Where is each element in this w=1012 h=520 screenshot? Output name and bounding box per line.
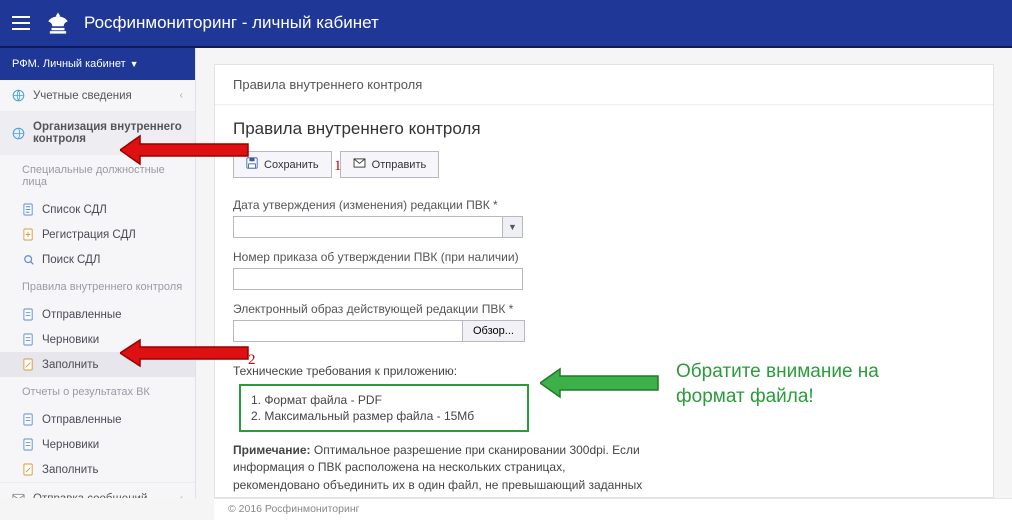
field-label: Электронный образ действующей редакции П… bbox=[233, 302, 975, 316]
doc-icon bbox=[22, 333, 35, 346]
annotation-number-1: 1 bbox=[334, 158, 342, 175]
order-number-input[interactable] bbox=[233, 268, 523, 290]
main-area: Правила внутреннего контроля Правила вну… bbox=[196, 48, 1012, 498]
sidebar-item-label: Заполнить bbox=[42, 464, 98, 476]
doc-icon bbox=[22, 203, 35, 216]
breadcrumb-label: РФМ. Личный кабинет bbox=[12, 58, 126, 70]
envelope-icon bbox=[353, 158, 366, 171]
sidebar-section-org-control[interactable]: Организация внутреннего контроля bbox=[0, 112, 195, 155]
sidebar-label: Организация внутреннего контроля bbox=[33, 121, 183, 145]
copyright: © 2016 Росфинмониторинг bbox=[228, 503, 359, 515]
sidebar-item-label: Поиск СДЛ bbox=[42, 254, 100, 266]
field-order-number: Номер приказа об утверждении ПВК (при на… bbox=[233, 250, 975, 290]
annotation-callout: Обратите внимание на формат файла! bbox=[676, 360, 879, 409]
sidebar-group-reports: Отчеты о результатах ВК bbox=[0, 377, 195, 407]
sidebar-item-label: Заполнить bbox=[42, 359, 98, 371]
doc-edit-icon bbox=[22, 358, 35, 371]
field-label: Дата утверждения (изменения) редакции ПВ… bbox=[233, 198, 975, 212]
browse-button[interactable]: Обзор... bbox=[463, 320, 525, 342]
sidebar-item-list-sdl[interactable]: Список СДЛ bbox=[0, 197, 195, 222]
sidebar-item-label: Отправленные bbox=[42, 309, 122, 321]
sidebar-group-pvk: Правила внутреннего контроля bbox=[0, 272, 195, 302]
sidebar-item-reg-sdl[interactable]: Регистрация СДЛ bbox=[0, 222, 195, 247]
sidebar-item-label: Регистрация СДЛ bbox=[42, 229, 136, 241]
globe-icon bbox=[12, 89, 25, 102]
sidebar-section-send[interactable]: Отправка сообщений ‹ bbox=[0, 482, 195, 498]
file-path-input[interactable] bbox=[233, 320, 463, 342]
content-panel: Правила внутреннего контроля Правила вну… bbox=[214, 64, 994, 498]
sidebar-item-label: Черновики bbox=[42, 334, 99, 346]
field-approval-date: Дата утверждения (изменения) редакции ПВ… bbox=[233, 198, 975, 238]
doc-icon bbox=[22, 413, 35, 426]
sidebar-item-sent[interactable]: Отправленные bbox=[0, 302, 195, 327]
sidebar-item-sent-2[interactable]: Отправленные bbox=[0, 407, 195, 432]
button-label: Сохранить bbox=[264, 159, 319, 171]
field-label: Номер приказа об утверждении ПВК (при на… bbox=[233, 250, 975, 264]
app-title: Росфинмониторинг - личный кабинет bbox=[84, 13, 379, 33]
requirement-2: 2. Максимальный размер файла - 15Мб bbox=[251, 408, 517, 424]
note-bold: Примечание: bbox=[233, 443, 311, 457]
callout-line-2: формат файла! bbox=[676, 385, 879, 410]
menu-icon[interactable] bbox=[12, 16, 30, 30]
panel-breadcrumb: Правила внутреннего контроля bbox=[215, 65, 993, 105]
globe-icon bbox=[12, 127, 25, 140]
chevron-left-icon: ‹ bbox=[180, 90, 183, 101]
sidebar-label: Отправка сообщений bbox=[33, 493, 147, 499]
sidebar-item-label: Черновики bbox=[42, 439, 99, 451]
button-label: Отправить bbox=[372, 159, 427, 171]
requirements-box: 1. Формат файла - PDF 2. Максимальный ра… bbox=[239, 384, 529, 432]
note-text: Примечание: Оптимальное разрешение при с… bbox=[233, 442, 653, 498]
sidebar: РФМ. Личный кабинет▼ Учетные сведения ‹ … bbox=[0, 48, 196, 498]
sidebar-item-label: Отправленные bbox=[42, 414, 122, 426]
save-icon bbox=[246, 157, 258, 172]
sidebar-item-label: Список СДЛ bbox=[42, 204, 107, 216]
search-icon bbox=[22, 253, 35, 266]
date-dropdown-button[interactable]: ▼ bbox=[503, 216, 523, 238]
sidebar-item-drafts-2[interactable]: Черновики bbox=[0, 432, 195, 457]
doc-edit-icon bbox=[22, 463, 35, 476]
send-button[interactable]: Отправить bbox=[340, 151, 440, 178]
callout-line-1: Обратите внимание на bbox=[676, 360, 879, 385]
doc-icon bbox=[22, 308, 35, 321]
envelope-icon bbox=[12, 492, 25, 498]
field-file-upload: Электронный образ действующей редакции П… bbox=[233, 302, 975, 342]
save-button[interactable]: Сохранить bbox=[233, 151, 332, 178]
sidebar-label: Учетные сведения bbox=[33, 90, 132, 102]
emblem-icon bbox=[44, 9, 72, 37]
sidebar-item-fill-2[interactable]: Заполнить bbox=[0, 457, 195, 482]
date-input[interactable] bbox=[233, 216, 503, 238]
sidebar-item-fill[interactable]: Заполнить bbox=[0, 352, 195, 377]
footer: © 2016 Росфинмониторинг bbox=[214, 498, 1012, 520]
doc-icon bbox=[22, 438, 35, 451]
sidebar-group-special: Специальные должностные лица bbox=[0, 155, 195, 197]
requirement-1: 1. Формат файла - PDF bbox=[251, 392, 517, 408]
page-title: Правила внутреннего контроля bbox=[233, 119, 975, 139]
doc-plus-icon bbox=[22, 228, 35, 241]
breadcrumb-root[interactable]: РФМ. Личный кабинет ▼ bbox=[0, 48, 195, 80]
caret-down-icon: ▼ bbox=[130, 59, 139, 69]
sidebar-section-account[interactable]: Учетные сведения ‹ bbox=[0, 80, 195, 112]
sidebar-item-search-sdl[interactable]: Поиск СДЛ bbox=[0, 247, 195, 272]
chevron-left-icon: ‹ bbox=[180, 493, 183, 498]
annotation-number-2: 2 bbox=[248, 352, 256, 369]
sidebar-item-drafts[interactable]: Черновики bbox=[0, 327, 195, 352]
top-bar: Росфинмониторинг - личный кабинет bbox=[0, 0, 1012, 48]
